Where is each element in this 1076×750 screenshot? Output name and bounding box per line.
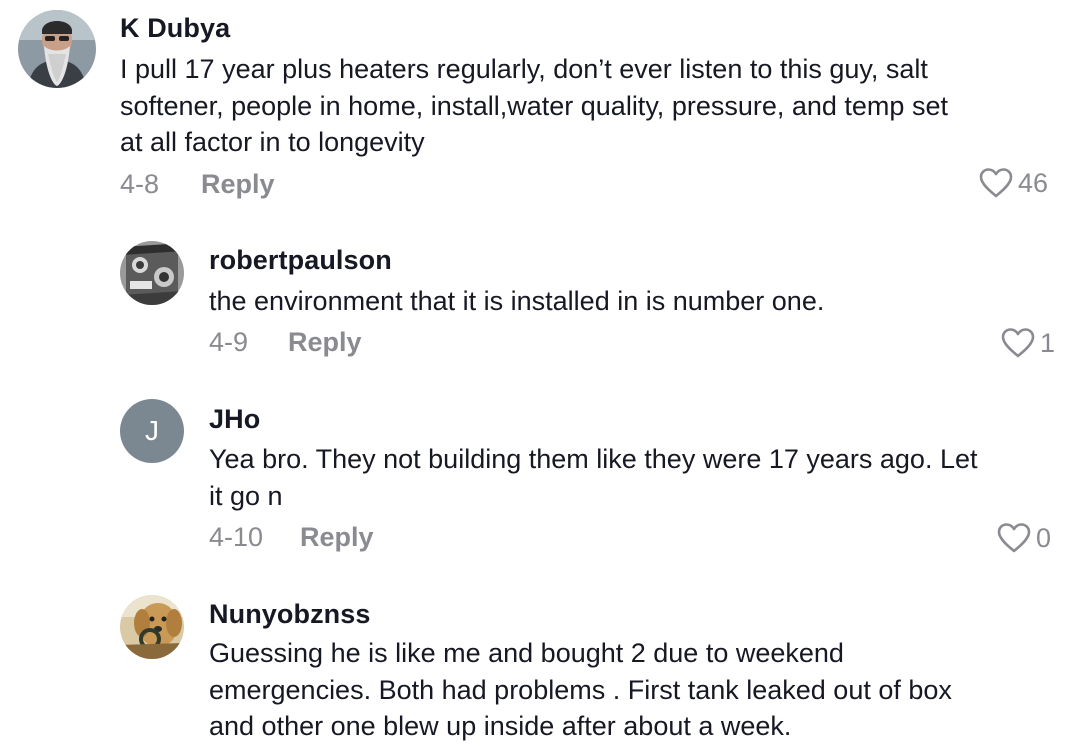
reply-button[interactable]: Reply [300,522,374,553]
comment-text: I pull 17 year plus heaters regularly, d… [120,51,1060,161]
engine-photo-icon [120,241,184,305]
like-button[interactable]: 1 [1000,327,1055,359]
dog-photo-icon [120,595,184,659]
comment-text-line: the environment that it is installed in … [209,286,825,316]
reply-comment-item: robertpaulson the environment that it is… [0,215,1076,375]
reply-comment-item: J JHo Yea bro. They not building them li… [0,375,1076,585]
avatar[interactable] [18,10,96,88]
comment-text-line: it go n [209,480,283,511]
comment-username[interactable]: K Dubya [120,13,230,44]
comment-text: Yea bro. They not building them like the… [209,441,1059,514]
comment-date: 4-9 [209,327,249,357]
heart-outline-icon [1001,328,1035,358]
avatar[interactable] [120,595,184,659]
avatar[interactable] [120,241,184,305]
comment-text-line: softener, people in home, install,water … [120,90,948,121]
comment-username[interactable]: Nunyobznss [209,599,371,630]
reply-button[interactable]: Reply [201,169,275,200]
like-button[interactable]: 0 [996,522,1051,554]
avatar[interactable]: J [120,399,184,463]
comment-text-line: at all factor in to longevity [120,127,425,157]
heart-outline-icon [979,168,1013,198]
comment-text-line: Yea bro. They not building them like the… [209,444,978,474]
comment-text-line: emergencies. Both had problems . First t… [209,674,952,705]
avatar-letter: J [145,415,159,446]
comment-username[interactable]: robertpaulson [209,245,392,276]
like-count: 0 [1036,522,1052,553]
comment-text-line: Guessing he is like me and bought 2 due … [209,638,844,668]
user-photo-icon [18,10,96,88]
comment-text: the environment that it is installed in … [209,283,1059,320]
like-count: 1 [1040,327,1056,358]
comment-item: K Dubya I pull 17 year plus heaters regu… [0,0,1076,215]
comment-date: 4-8 [120,169,160,199]
like-button[interactable]: 46 [978,167,1048,199]
comment-date: 4-10 [209,522,264,552]
comment-text-line: and other one blew up inside after about… [209,711,792,741]
heart-outline-icon [997,523,1031,553]
like-count: 46 [1018,167,1049,198]
comment-text: Guessing he is like me and bought 2 due … [209,635,1059,745]
comment-username[interactable]: JHo [209,404,260,435]
comment-text-line: I pull 17 year plus heaters regularly, d… [120,54,928,84]
reply-comment-item: Nunyobznss Guessing he is like me and bo… [0,585,1076,750]
reply-button[interactable]: Reply [288,327,362,358]
